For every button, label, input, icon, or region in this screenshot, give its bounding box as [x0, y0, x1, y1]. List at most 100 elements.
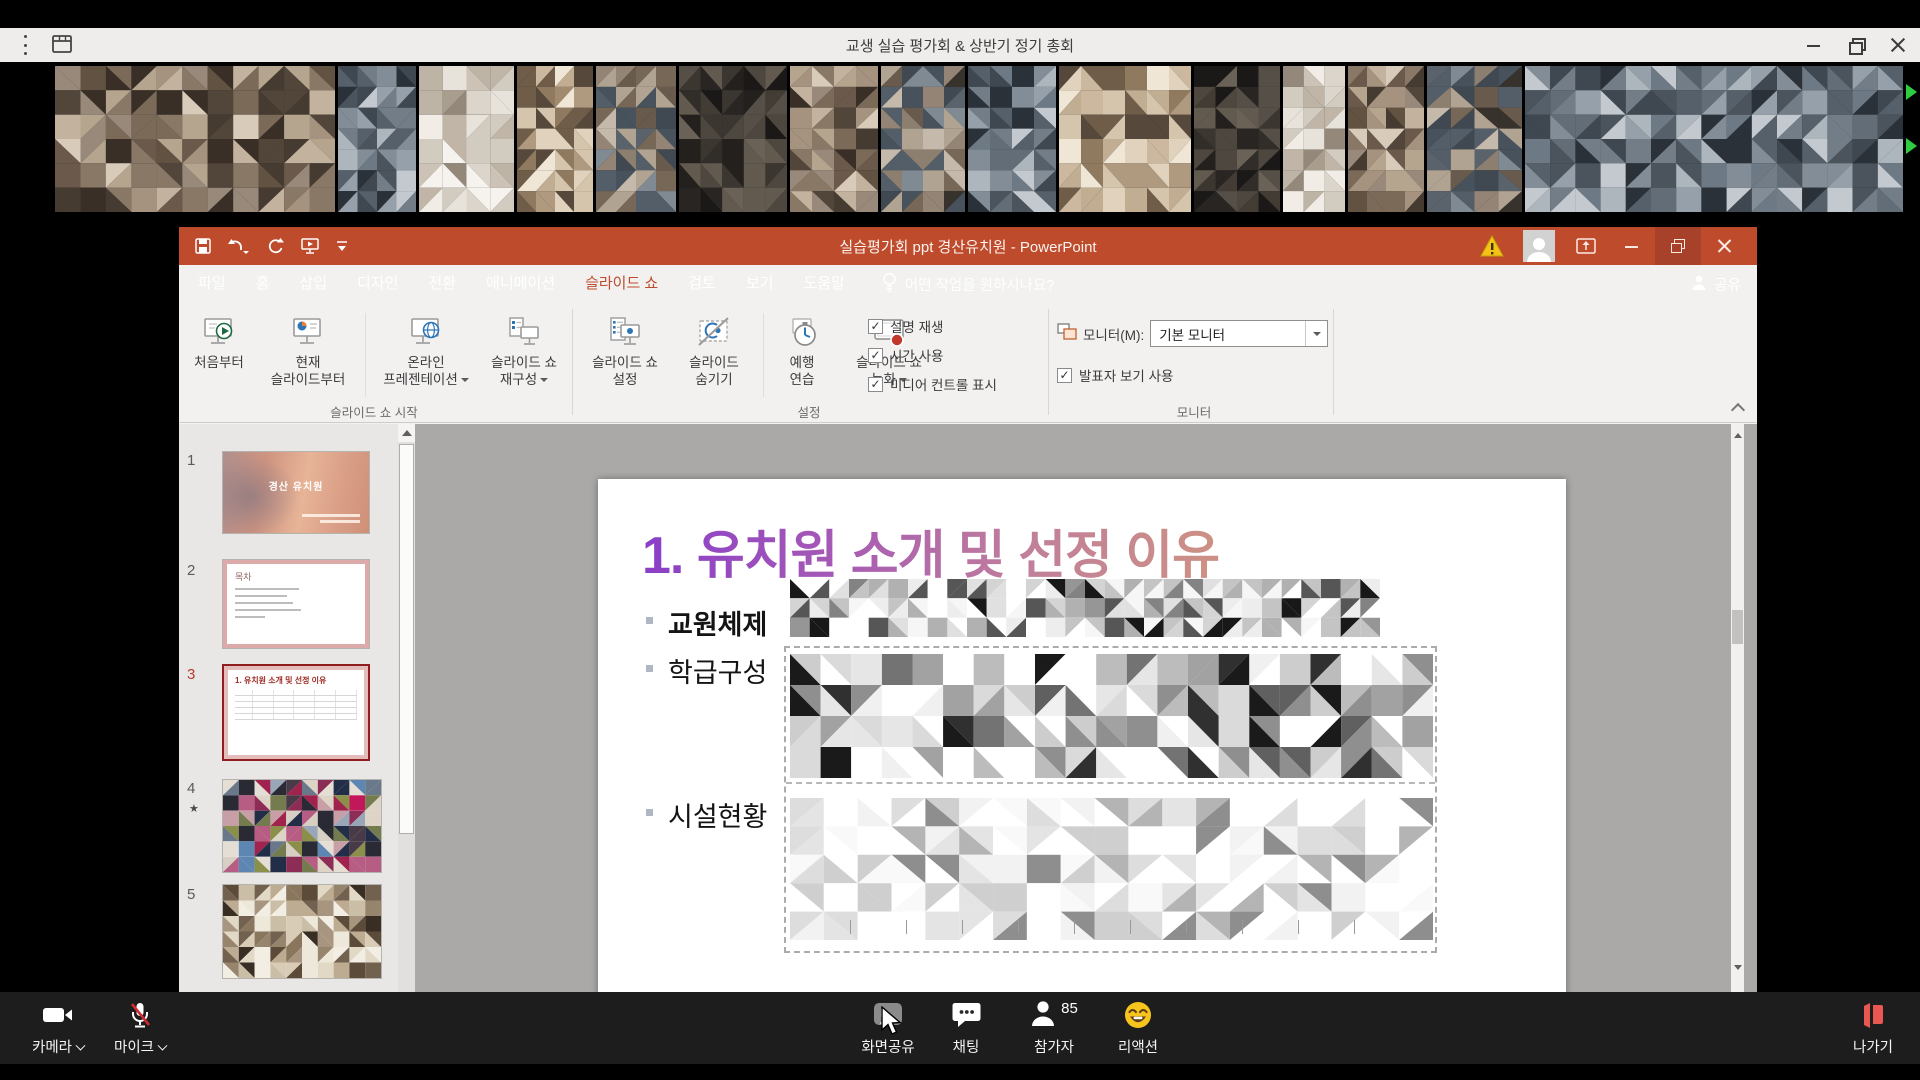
tab-home[interactable]: 홈: [241, 265, 285, 303]
minimize-icon[interactable]: [1806, 37, 1822, 53]
from-beginning-button[interactable]: 처음부터: [187, 309, 251, 403]
lightbulb-icon: [882, 272, 897, 296]
ribbon-display-options-icon[interactable]: [1563, 227, 1609, 265]
participant-video-tile[interactable]: [596, 66, 676, 212]
start-slideshow-icon[interactable]: [301, 238, 319, 254]
participant-video-tile[interactable]: [517, 66, 593, 212]
current-slide: 1. 유치원 소개 및 선정 이유 교원체제 학급구성 시설현황: [598, 479, 1566, 992]
leave-button[interactable]: 나가기: [1838, 998, 1908, 1057]
dropdown-arrow-icon[interactable]: [1305, 321, 1327, 346]
participant-video-tile[interactable]: [790, 66, 878, 212]
participant-video-tile[interactable]: [1525, 66, 1903, 212]
collapse-ribbon-icon[interactable]: [1731, 403, 1745, 417]
ppt-minimize-icon[interactable]: [1609, 227, 1655, 265]
slide1-subtext-line: [302, 514, 360, 517]
undo-icon[interactable]: [228, 238, 250, 254]
meeting-titlebar: 교생 실습 평가회 & 상반기 정기 총회: [0, 28, 1920, 62]
chevron-down-icon: [76, 1041, 86, 1051]
participant-video-tile[interactable]: [419, 66, 514, 212]
participant-video-tile[interactable]: [1348, 66, 1424, 212]
participant-video-tile[interactable]: [968, 66, 1056, 212]
monitor-icon: [1057, 323, 1077, 345]
monitor-dropdown[interactable]: 기본 모니터: [1150, 320, 1328, 347]
gallery-scroll-right-icon[interactable]: [1906, 138, 1917, 154]
custom-slide-show-button[interactable]: 슬라이드 쇼재구성: [481, 309, 567, 403]
setup-slide-show-button[interactable]: 슬라이드 쇼설정: [579, 309, 671, 403]
slide3-content: 1. 유치원 소개 및 선정 이유: [224, 666, 368, 759]
chat-bubble-icon: [926, 998, 1006, 1032]
ppt-close-icon[interactable]: [1701, 227, 1747, 265]
customize-qat-icon[interactable]: [336, 240, 348, 252]
ppt-document-area: 1 경산 유치원 2 목차: [179, 424, 1757, 992]
slide3-title: 1. 유치원 소개 및 선정 이유: [235, 675, 357, 686]
kebab-menu-icon[interactable]: [22, 35, 28, 55]
checkbox-use-presenter-view[interactable]: ✓ 발표자 보기 사용: [1057, 365, 1173, 385]
scroll-up-icon[interactable]: [398, 424, 415, 442]
share-button[interactable]: 공유: [1691, 265, 1741, 303]
participant-video-tile[interactable]: [1059, 66, 1191, 212]
warning-icon[interactable]: [1469, 227, 1515, 265]
mic-button-muted[interactable]: 마이크: [100, 998, 180, 1057]
participant-video-tile[interactable]: [338, 66, 416, 212]
slide-thumbnail-4[interactable]: [222, 779, 382, 873]
tab-help[interactable]: 도움말: [788, 265, 859, 303]
slideshow-current-icon: [255, 309, 361, 351]
camera-button[interactable]: 카메라: [18, 998, 98, 1057]
reactions-button[interactable]: 리액션: [1098, 998, 1178, 1057]
monitor-selector-row: 모니터(M): 기본 모니터: [1057, 320, 1328, 347]
rehearse-timings-button[interactable]: 예행연습: [771, 309, 833, 403]
checkbox-use-timings[interactable]: ✓ 시간 사용: [868, 345, 943, 365]
hide-slide-button[interactable]: 슬라이드숨기기: [673, 309, 755, 403]
scroll-up-icon[interactable]: [1731, 427, 1744, 443]
tab-view[interactable]: 보기: [731, 265, 789, 303]
scroll-down-icon[interactable]: [1731, 959, 1744, 975]
slide-thumbnail-2[interactable]: 목차: [222, 559, 370, 649]
checkbox-play-narrations[interactable]: ✓ 설명 재생: [868, 316, 943, 336]
restore-icon[interactable]: [1848, 37, 1864, 53]
thumbnail-scrollbar[interactable]: [398, 424, 415, 992]
thumbnail-scrollbar-thumb[interactable]: [399, 444, 414, 834]
checkbox-show-media-controls[interactable]: ✓ 미디어 컨트롤 표시: [868, 374, 997, 394]
participant-video-tile[interactable]: [1194, 66, 1280, 212]
slide-number: 4: [187, 780, 211, 797]
slide-thumbnail-1[interactable]: 경산 유치원: [222, 451, 370, 534]
tab-transitions[interactable]: 전환: [413, 265, 471, 303]
table-row-divider: [786, 782, 1435, 784]
chat-button[interactable]: 채팅: [926, 998, 1006, 1057]
participant-video-tile[interactable]: [1427, 66, 1522, 212]
participant-video-tile[interactable]: [881, 66, 965, 212]
slide-thumbnail-5[interactable]: [222, 884, 382, 979]
participant-video-strip: [55, 66, 1903, 212]
table-column-ticks: [850, 920, 1410, 934]
slide-number-selected: 3: [187, 666, 211, 683]
participants-button[interactable]: 85 참가자: [1008, 998, 1100, 1057]
tab-review[interactable]: 검토: [673, 265, 731, 303]
tell-me-search[interactable]: 어떤 작업을 원하시나요?: [882, 265, 1055, 303]
tab-animations[interactable]: 애니메이션: [471, 265, 570, 303]
tab-design[interactable]: 디자인: [342, 265, 413, 303]
tab-slide-show[interactable]: 슬라이드 쇼: [570, 265, 673, 303]
from-current-slide-button[interactable]: 현재슬라이드부터: [255, 309, 361, 403]
tab-insert[interactable]: 삽입: [284, 265, 342, 303]
participant-video-tile[interactable]: [55, 66, 335, 212]
ppt-restore-icon[interactable]: [1655, 227, 1701, 265]
tab-file[interactable]: 파일: [183, 265, 241, 303]
slide-title: 1. 유치원 소개 및 선정 이유: [642, 513, 1219, 588]
save-icon[interactable]: [195, 238, 211, 254]
checkbox-checked-icon: ✓: [1057, 368, 1072, 383]
slide-scrollbar-thumb[interactable]: [1732, 610, 1743, 644]
participant-video-tile[interactable]: [679, 66, 787, 212]
close-icon[interactable]: [1890, 37, 1906, 53]
redo-icon[interactable]: [267, 238, 284, 254]
present-online-button[interactable]: 온라인프레젠테이션: [373, 309, 479, 403]
slide-thumbnail-3-selected[interactable]: 1. 유치원 소개 및 선정 이유: [222, 664, 370, 761]
checkbox-checked-icon: ✓: [868, 319, 883, 334]
gallery-view-icon[interactable]: [52, 35, 72, 58]
bullet-marker: [646, 617, 653, 624]
participant-video-tile[interactable]: [1283, 66, 1345, 212]
gallery-scroll-right-icon[interactable]: [1906, 84, 1917, 100]
slide-scrollbar[interactable]: [1731, 424, 1744, 992]
account-avatar[interactable]: [1523, 230, 1555, 262]
quick-access-toolbar: [195, 227, 348, 265]
group-label-setup: 설정: [609, 402, 1009, 421]
